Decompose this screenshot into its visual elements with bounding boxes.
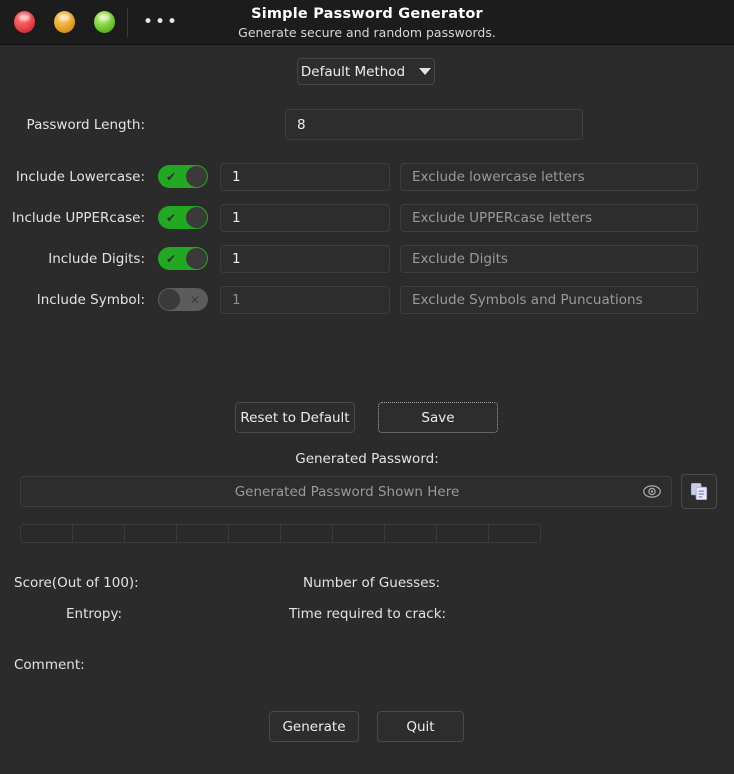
app-title: Simple Password Generator bbox=[251, 6, 483, 22]
meter-segment bbox=[333, 525, 385, 542]
time-to-crack-label: Time required to crack: bbox=[289, 606, 447, 622]
quit-button[interactable]: Quit bbox=[377, 711, 464, 742]
chevron-down-icon bbox=[419, 68, 432, 75]
toggle-knob bbox=[186, 166, 207, 187]
reset-to-default-button[interactable]: Reset to Default bbox=[235, 402, 355, 433]
exclude-input-lowercase[interactable] bbox=[400, 163, 698, 191]
meter-segment bbox=[229, 525, 281, 542]
option-row-lowercase: Include Lowercase: ✔ bbox=[0, 163, 734, 191]
save-button[interactable]: Save bbox=[378, 402, 498, 433]
option-label-uppercase: Include UPPERcase: bbox=[11, 210, 145, 226]
toggle-include-digits[interactable]: ✔ bbox=[158, 247, 208, 270]
toggle-include-symbols[interactable]: ✕ bbox=[158, 288, 208, 311]
meter-segment bbox=[281, 525, 333, 542]
option-label-lowercase: Include Lowercase: bbox=[15, 169, 145, 185]
password-strength-meter bbox=[20, 524, 541, 543]
count-input-symbols[interactable] bbox=[220, 286, 390, 314]
exclude-input-uppercase[interactable] bbox=[400, 204, 698, 232]
entropy-label: Entropy: bbox=[66, 606, 123, 622]
toggle-knob bbox=[186, 248, 207, 269]
exclude-input-symbols[interactable] bbox=[400, 286, 698, 314]
number-of-guesses-label: Number of Guesses: bbox=[303, 575, 441, 591]
option-row-uppercase: Include UPPERcase: ✔ bbox=[0, 204, 734, 232]
meter-segment bbox=[437, 525, 489, 542]
meter-segment bbox=[177, 525, 229, 542]
score-label: Score(Out of 100): bbox=[14, 575, 139, 591]
toggle-knob bbox=[186, 207, 207, 228]
copy-password-button[interactable] bbox=[681, 474, 717, 509]
check-icon: ✔ bbox=[166, 251, 177, 266]
password-length-input[interactable] bbox=[285, 109, 583, 140]
count-input-uppercase[interactable] bbox=[220, 204, 390, 232]
app-subtitle: Generate secure and random passwords. bbox=[238, 25, 496, 40]
option-row-digits: Include Digits: ✔ bbox=[0, 245, 734, 273]
exclude-input-digits[interactable] bbox=[400, 245, 698, 273]
meter-segment bbox=[73, 525, 125, 542]
option-label-digits: Include Digits: bbox=[48, 251, 145, 267]
meter-segment bbox=[489, 525, 540, 542]
generate-button[interactable]: Generate bbox=[269, 711, 359, 742]
method-dropdown-label: Default Method bbox=[300, 63, 406, 80]
count-input-digits[interactable] bbox=[220, 245, 390, 273]
option-row-symbols: Include Symbol: ✕ bbox=[0, 286, 734, 314]
comment-label: Comment: bbox=[14, 657, 85, 673]
meter-segment bbox=[21, 525, 73, 542]
title-bar: ••• Simple Password Generator Generate s… bbox=[0, 0, 734, 45]
option-label-symbols: Include Symbol: bbox=[36, 292, 145, 308]
meter-segment bbox=[125, 525, 177, 542]
toggle-knob bbox=[159, 289, 180, 310]
toggle-include-lowercase[interactable]: ✔ bbox=[158, 165, 208, 188]
generated-password-placeholder: Generated Password Shown Here bbox=[234, 483, 460, 500]
count-input-lowercase[interactable] bbox=[220, 163, 390, 191]
app-window: ••• Simple Password Generator Generate s… bbox=[0, 0, 734, 774]
meter-segment bbox=[385, 525, 437, 542]
cross-icon: ✕ bbox=[189, 292, 200, 307]
title-block: Simple Password Generator Generate secur… bbox=[0, 6, 734, 40]
check-icon: ✔ bbox=[166, 210, 177, 225]
password-length-label: Password Length: bbox=[26, 117, 145, 133]
eye-icon[interactable] bbox=[643, 483, 661, 500]
generated-password-field[interactable]: Generated Password Shown Here bbox=[20, 476, 672, 507]
copy-icon bbox=[690, 482, 707, 501]
check-icon: ✔ bbox=[166, 169, 177, 184]
generated-password-label: Generated Password: bbox=[295, 451, 439, 467]
method-dropdown[interactable]: Default Method bbox=[297, 58, 435, 85]
toggle-include-uppercase[interactable]: ✔ bbox=[158, 206, 208, 229]
